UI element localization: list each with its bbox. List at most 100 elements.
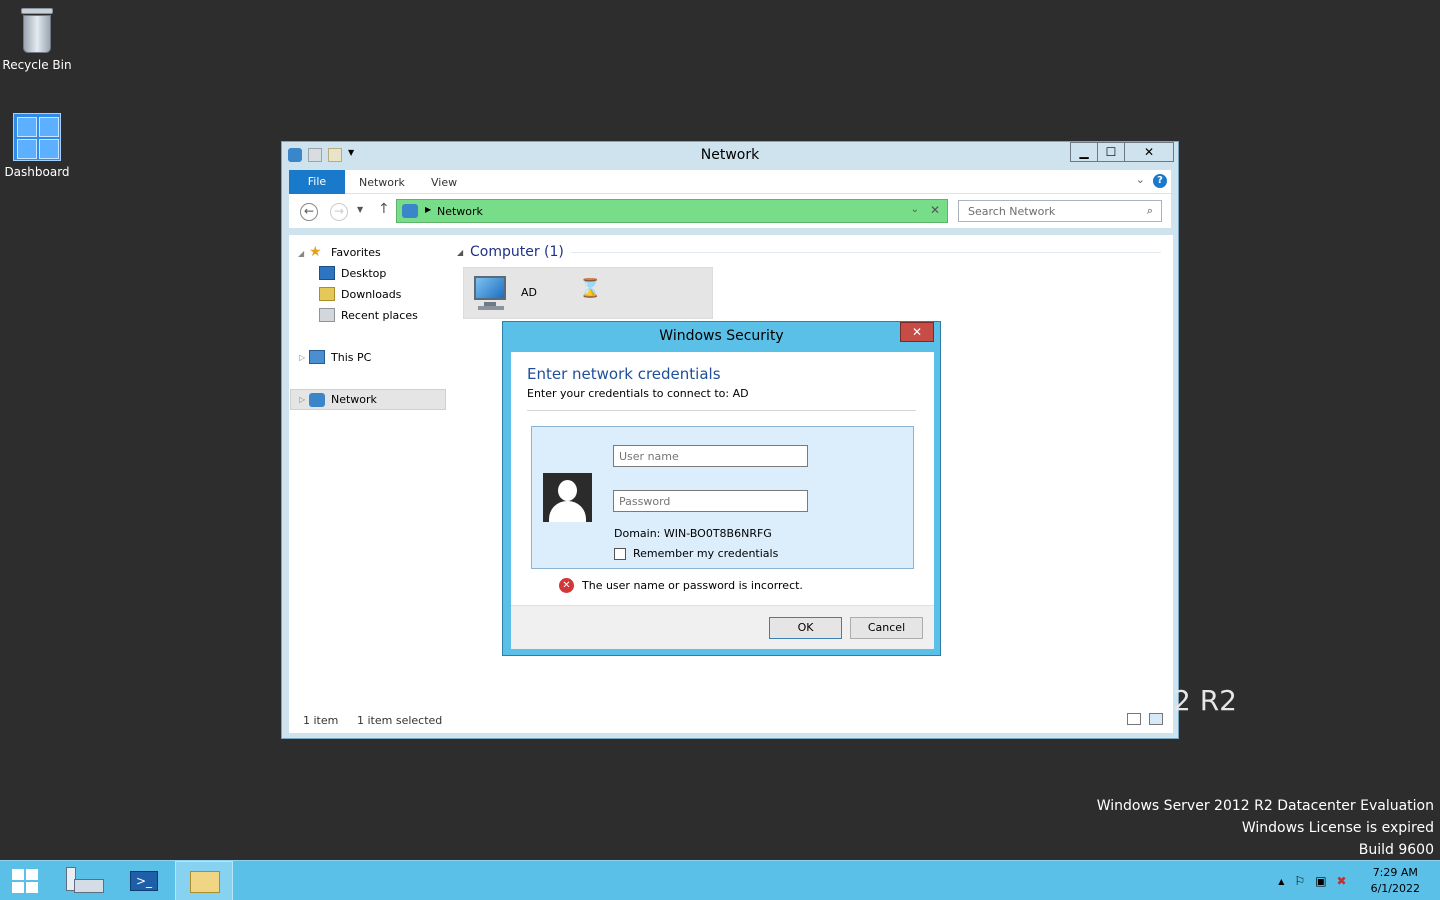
file-explorer-button[interactable]	[175, 861, 233, 900]
search-icon[interactable]: ⌕	[1147, 204, 1153, 218]
error-text: The user name or password is incorrect.	[582, 579, 803, 592]
status-bar: 1 item 1 item selected	[289, 705, 1173, 733]
username-field[interactable]	[613, 445, 808, 467]
dashboard-icon	[13, 113, 61, 161]
action-center-flag-icon[interactable]: ⚐	[1294, 874, 1305, 888]
clock-date: 6/1/2022	[1370, 882, 1420, 895]
desktop-watermark-r2: 2 R2	[1173, 684, 1237, 717]
nav-this-pc-label: This PC	[331, 350, 372, 364]
watermark-edition: Windows Server 2012 R2 Datacenter Evalua…	[1096, 798, 1434, 814]
computer-monitor-icon	[470, 274, 512, 312]
search-input[interactable]: Search Network	[968, 205, 1055, 218]
expand-this-pc-icon[interactable]: ▷	[299, 353, 305, 362]
computer-name: AD	[521, 286, 537, 299]
start-icon	[12, 869, 38, 893]
address-text: Network	[437, 205, 483, 218]
computer-item-ad[interactable]: AD ⌛	[463, 267, 713, 319]
taskbar: >_ ▲ ⚐ ▣ ✖ 7:29 AM 6/1/2022	[0, 860, 1440, 900]
remember-checkbox[interactable]	[614, 547, 626, 560]
expand-network-icon[interactable]: ▷	[299, 395, 305, 404]
star-icon: ★	[309, 244, 322, 260]
help-icon[interactable]: ?	[1153, 174, 1167, 188]
server-manager-button[interactable]	[58, 861, 116, 900]
file-explorer-icon	[190, 871, 220, 893]
search-box[interactable]: Search Network ⌕	[958, 200, 1162, 222]
navigation-pane: ◢ ★ Favorites Desktop Downloads Recent p…	[289, 235, 449, 705]
address-bar[interactable]: ▶ Network ⌄ ✕	[396, 199, 948, 223]
tab-file[interactable]: File	[289, 170, 345, 194]
up-icon[interactable]: ↑	[378, 201, 390, 217]
ribbon: File Network View ⌄ ?	[289, 170, 1171, 194]
clear-address-icon[interactable]: ✕	[930, 203, 940, 217]
dialog-footer: OK Cancel	[511, 605, 934, 649]
address-dropdown-icon[interactable]: ⌄	[911, 204, 919, 215]
nav-this-pc[interactable]: This PC	[309, 350, 371, 364]
tab-view[interactable]: View	[431, 176, 457, 189]
expand-ribbon-icon[interactable]: ⌄	[1136, 173, 1145, 186]
dialog-divider	[527, 410, 916, 411]
nav-network[interactable]: ▷ Network	[290, 389, 446, 410]
recycle-bin-label: Recycle Bin	[2, 58, 72, 72]
credential-tile: Domain: WIN-BO0T8B6NRFG Remember my cred…	[531, 426, 914, 569]
server-manager-icon	[66, 867, 104, 895]
nav-desktop-label: Desktop	[341, 266, 387, 280]
powershell-icon: >_	[130, 871, 158, 891]
nav-desktop[interactable]: Desktop	[319, 266, 386, 280]
dialog-heading: Enter network credentials	[527, 365, 721, 383]
computer-group-header[interactable]: Computer (1)	[470, 244, 564, 260]
tab-network[interactable]: Network	[359, 176, 405, 189]
forward-icon[interactable]: →	[330, 203, 348, 221]
nav-downloads[interactable]: Downloads	[319, 287, 401, 301]
cancel-button[interactable]: Cancel	[850, 617, 923, 639]
windows-security-dialog: Windows Security ✕ Enter network credent…	[502, 321, 941, 656]
error-message: ✕ The user name or password is incorrect…	[559, 578, 803, 593]
selection-count: 1 item selected	[357, 714, 443, 727]
nav-recent-places[interactable]: Recent places	[319, 308, 418, 322]
dashboard-shortcut[interactable]: Dashboard	[0, 113, 74, 179]
error-icon: ✕	[559, 578, 574, 593]
remember-credentials[interactable]: Remember my credentials	[614, 547, 778, 560]
close-button[interactable]: ✕	[1124, 142, 1174, 162]
group-divider	[571, 252, 1161, 253]
ok-button[interactable]: OK	[769, 617, 842, 639]
user-avatar-icon	[543, 473, 592, 522]
network-location-icon	[402, 204, 418, 218]
collapse-favorites-icon[interactable]: ◢	[298, 249, 304, 258]
clock[interactable]: 7:29 AM 6/1/2022	[1371, 865, 1420, 897]
recycle-bin-shortcut[interactable]: Recycle Bin	[0, 8, 74, 72]
maximize-button[interactable]: ☐	[1097, 142, 1125, 162]
nav-favorites[interactable]: ★ Favorites	[309, 245, 381, 259]
details-view-icon[interactable]	[1127, 713, 1141, 725]
dashboard-label: Dashboard	[4, 165, 70, 179]
powershell-button[interactable]: >_	[116, 861, 174, 900]
large-icons-view-icon[interactable]	[1149, 713, 1163, 725]
start-button[interactable]	[0, 861, 58, 900]
dialog-title: Windows Security	[659, 328, 784, 344]
watermark-build: Build 9600	[1358, 842, 1434, 858]
dialog-subheading: Enter your credentials to connect to: AD	[527, 387, 749, 400]
collapse-group-icon[interactable]: ◢	[457, 248, 463, 257]
desktop-icon	[319, 266, 335, 280]
minimize-button[interactable]: ▁	[1070, 142, 1098, 162]
dialog-body: Enter network credentials Enter your cre…	[511, 352, 934, 649]
volume-muted-icon[interactable]: ✖	[1337, 874, 1347, 888]
password-field[interactable]	[613, 490, 808, 512]
window-title: Network	[700, 147, 760, 163]
item-count: 1 item	[303, 714, 339, 727]
back-icon[interactable]: ←	[300, 203, 318, 221]
window-controls: ▁ ☐ ✕	[1070, 142, 1174, 162]
show-hidden-icons[interactable]: ▲	[1278, 877, 1284, 886]
recent-locations-icon[interactable]: ▼	[357, 205, 363, 214]
network-icon	[309, 392, 325, 407]
dialog-close-button[interactable]: ✕	[900, 322, 934, 342]
explorer-titlebar[interactable]: ▼ Network ▁ ☐ ✕	[282, 142, 1178, 170]
watermark-license: Windows License is expired	[1241, 820, 1434, 836]
network-tray-icon[interactable]: ▣	[1315, 874, 1326, 888]
clock-time: 7:29 AM	[1372, 866, 1418, 879]
navigation-bar: ← → ▼ ↑ ▶ Network ⌄ ✕ Search Network ⌕	[289, 194, 1171, 228]
recent-places-icon	[319, 308, 335, 322]
nav-downloads-label: Downloads	[341, 287, 402, 301]
breadcrumb-arrow-icon[interactable]: ▶	[425, 205, 431, 214]
domain-label: Domain: WIN-BO0T8B6NRFG	[614, 527, 772, 540]
system-tray: ▲ ⚐ ▣ ✖ 7:29 AM 6/1/2022	[1278, 861, 1420, 900]
